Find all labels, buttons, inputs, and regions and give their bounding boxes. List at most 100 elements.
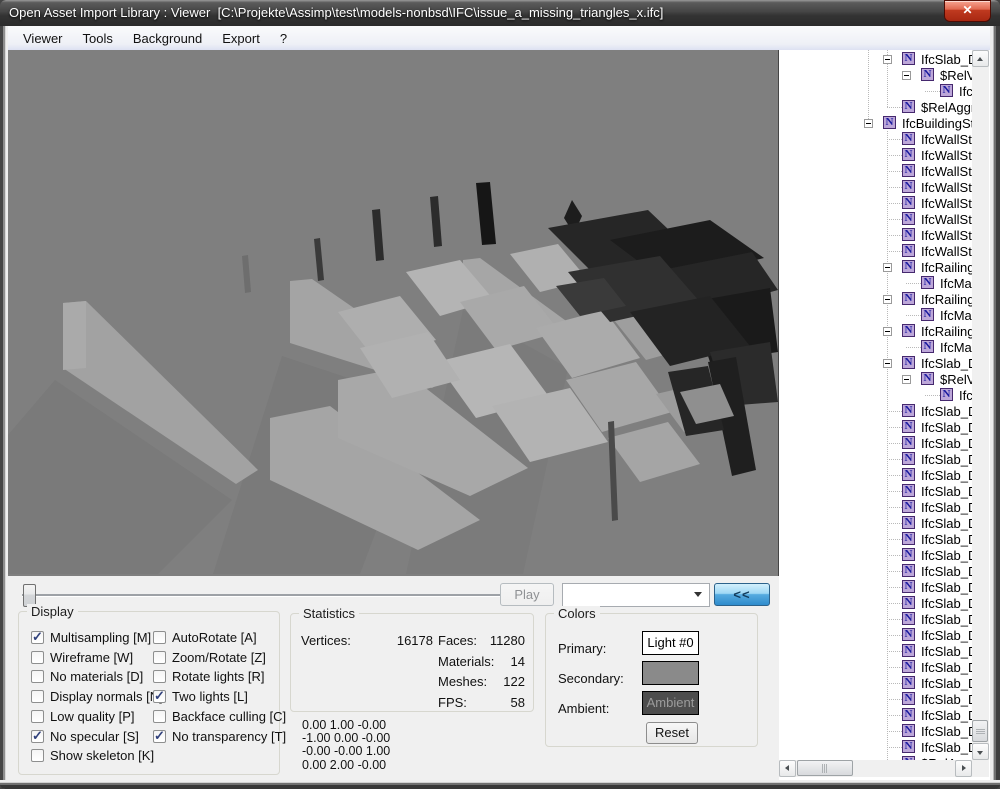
tree-item-label: IfcSlab_Dac <box>921 708 972 723</box>
tree-item[interactable]: NIfcSlab_Dac <box>779 531 972 547</box>
tree-item[interactable]: NIfcWallStan <box>779 163 972 179</box>
tree-expander-minus-icon[interactable] <box>883 263 892 272</box>
tree-item[interactable]: NIfcSlab_Dac <box>779 611 972 627</box>
tree-item[interactable]: NIfcMapp <box>779 339 972 355</box>
tree-item[interactable]: NIfcRailing_G <box>779 323 972 339</box>
node-icon: N <box>902 148 915 161</box>
tree-item[interactable]: NIfcSlab_Dac <box>779 499 972 515</box>
tree-item[interactable]: NIfcSlab_Dac <box>779 467 972 483</box>
scroll-up-button[interactable] <box>972 50 989 67</box>
color-button-primary[interactable]: Light #0 <box>642 631 699 655</box>
checkbox-display-normals-n-[interactable]: Display normals [N] <box>31 688 163 705</box>
tree-connector-line <box>887 491 902 492</box>
tree-expander-minus-icon[interactable] <box>883 295 892 304</box>
tree-item[interactable]: NIfcWallStan <box>779 211 972 227</box>
tree-item[interactable]: NIfcSlab_Dac <box>779 403 972 419</box>
checkbox-low-quality-p-[interactable]: Low quality [P] <box>31 708 135 725</box>
checkbox-show-skeleton-k-[interactable]: Show skeleton [K] <box>31 747 154 764</box>
checkbox-multisampling-m-[interactable]: Multisampling [M] <box>31 629 151 646</box>
close-button[interactable]: ✕ <box>944 0 991 22</box>
menu-item-[interactable]: ? <box>270 28 297 49</box>
checkbox-backface-culling-c-[interactable]: Backface culling [C] <box>153 708 286 725</box>
menu-item-tools[interactable]: Tools <box>73 28 123 49</box>
tree-item[interactable]: NIfcSlab_Dac <box>779 675 972 691</box>
menu-item-viewer[interactable]: Viewer <box>13 28 73 49</box>
tree-item[interactable]: NIfcC <box>779 83 972 99</box>
tree-item[interactable]: NIfcSlab_Dac <box>779 595 972 611</box>
tree-item[interactable]: NIfcSlab_Dac <box>779 723 972 739</box>
tree-item[interactable]: NIfcSlab_Dec <box>779 355 972 371</box>
tree-item[interactable]: NIfcSlab_Dac <box>779 563 972 579</box>
tree-item[interactable]: NIfcRailing_G <box>779 259 972 275</box>
scroll-left-button[interactable] <box>779 760 796 777</box>
tree-item[interactable]: NIfcSlab_Dac <box>779 659 972 675</box>
checkbox-no-specular-s-[interactable]: No specular [S] <box>31 728 139 745</box>
reset-colors-button[interactable]: Reset <box>646 722 698 744</box>
tree-item[interactable]: NIfcSlab_Dac <box>779 707 972 723</box>
checkbox-no-transparency-t-[interactable]: No transparency [T] <box>153 728 286 745</box>
play-button[interactable]: Play <box>500 583 554 606</box>
checkbox-no-materials-d-[interactable]: No materials [D] <box>31 668 143 685</box>
tree-item-label: IfcWallStan <box>921 244 972 259</box>
tree-item[interactable]: NIfcSlab_Dac <box>779 419 972 435</box>
menu-item-background[interactable]: Background <box>123 28 212 49</box>
tree-item[interactable]: NIfcSlab_Dac <box>779 451 972 467</box>
collapse-tree-button[interactable]: << <box>714 583 770 606</box>
tree-item[interactable]: NIfcSlab_Dac <box>779 435 972 451</box>
viewport-3d[interactable] <box>8 50 778 576</box>
tree-item-label: IfcSlab_Dac <box>921 436 972 451</box>
tree-item[interactable]: NIfcSlab_Dac <box>779 691 972 707</box>
tree-item[interactable]: NIfcWallStan <box>779 243 972 259</box>
tree-item[interactable]: NIfcSlab_Dac <box>779 643 972 659</box>
tree-expander-minus-icon[interactable] <box>902 71 911 80</box>
tree-item[interactable]: N$RelVoi <box>779 371 972 387</box>
menu-item-export[interactable]: Export <box>212 28 270 49</box>
tree-item[interactable]: NIfcSlab_Dac <box>779 515 972 531</box>
tree-expander-minus-icon[interactable] <box>883 359 892 368</box>
tree-connector-line <box>887 475 902 476</box>
tree-connector-line <box>906 347 921 348</box>
checkbox-wireframe-w-[interactable]: Wireframe [W] <box>31 649 133 666</box>
color-button-ambient[interactable]: Ambient <box>642 691 699 715</box>
tree-item-label: IfcSlab_Dac <box>921 580 972 595</box>
checkbox-two-lights-l-[interactable]: Two lights [L] <box>153 688 248 705</box>
animation-combobox[interactable] <box>562 583 710 607</box>
tree-item[interactable]: NIfcWallStan <box>779 179 972 195</box>
tree-item[interactable]: NIfcWallStan <box>779 227 972 243</box>
tree-expander-minus-icon[interactable] <box>883 55 892 64</box>
tree-expander-minus-icon[interactable] <box>902 375 911 384</box>
tree-expander-minus-icon[interactable] <box>864 119 873 128</box>
tree-item[interactable]: NIfcC <box>779 387 972 403</box>
tree-item[interactable]: NIfcSlab_Dec <box>779 51 972 67</box>
display-groupbox: Display Multisampling [M]Wireframe [W]No… <box>18 611 280 775</box>
tree-item[interactable]: NIfcWallStan <box>779 195 972 211</box>
checkbox-rotate-lights-r-[interactable]: Rotate lights [R] <box>153 668 265 685</box>
tree-expander-minus-icon[interactable] <box>883 327 892 336</box>
scroll-right-button[interactable] <box>955 760 972 777</box>
tree-item[interactable]: NIfcMapp <box>779 275 972 291</box>
color-button-secondary[interactable] <box>642 661 699 685</box>
tree-vscroll-thumb[interactable] <box>972 720 988 742</box>
tree-connector-line <box>887 139 902 140</box>
tree-item[interactable]: NIfcWallStan <box>779 131 972 147</box>
tree-item[interactable]: NIfcSlab_Dac <box>779 739 972 755</box>
node-icon: N <box>902 644 915 657</box>
node-icon: N <box>902 324 915 337</box>
tree-item[interactable]: NIfcBuildingStorey <box>779 115 972 131</box>
tree-item[interactable]: NIfcSlab_Dac <box>779 579 972 595</box>
tree-item[interactable]: NIfcMapp <box>779 307 972 323</box>
tree-item-label: IfcSlab_Dac <box>921 404 972 419</box>
tree-item[interactable]: N$RelAggreg <box>779 99 972 115</box>
tree-item[interactable]: NIfcRailing_G <box>779 291 972 307</box>
tree-hscroll-thumb[interactable] <box>797 760 853 776</box>
checkbox-zoom-rotate-z-[interactable]: Zoom/Rotate [Z] <box>153 649 266 666</box>
tree-item[interactable]: NIfcSlab_Dac <box>779 483 972 499</box>
scroll-down-button[interactable] <box>972 743 989 760</box>
tree-item[interactable]: NIfcSlab_Dac <box>779 627 972 643</box>
checkbox-autorotate-a-[interactable]: AutoRotate [A] <box>153 629 257 646</box>
node-icon: N <box>921 308 934 321</box>
tree-item[interactable]: N$RelVoi <box>779 67 972 83</box>
tree-item[interactable]: NIfcWallStan <box>779 147 972 163</box>
tree-item[interactable]: NIfcSlab_Dac <box>779 547 972 563</box>
title-bar[interactable]: Open Asset Import Library : Viewer [C:\P… <box>0 0 1000 26</box>
